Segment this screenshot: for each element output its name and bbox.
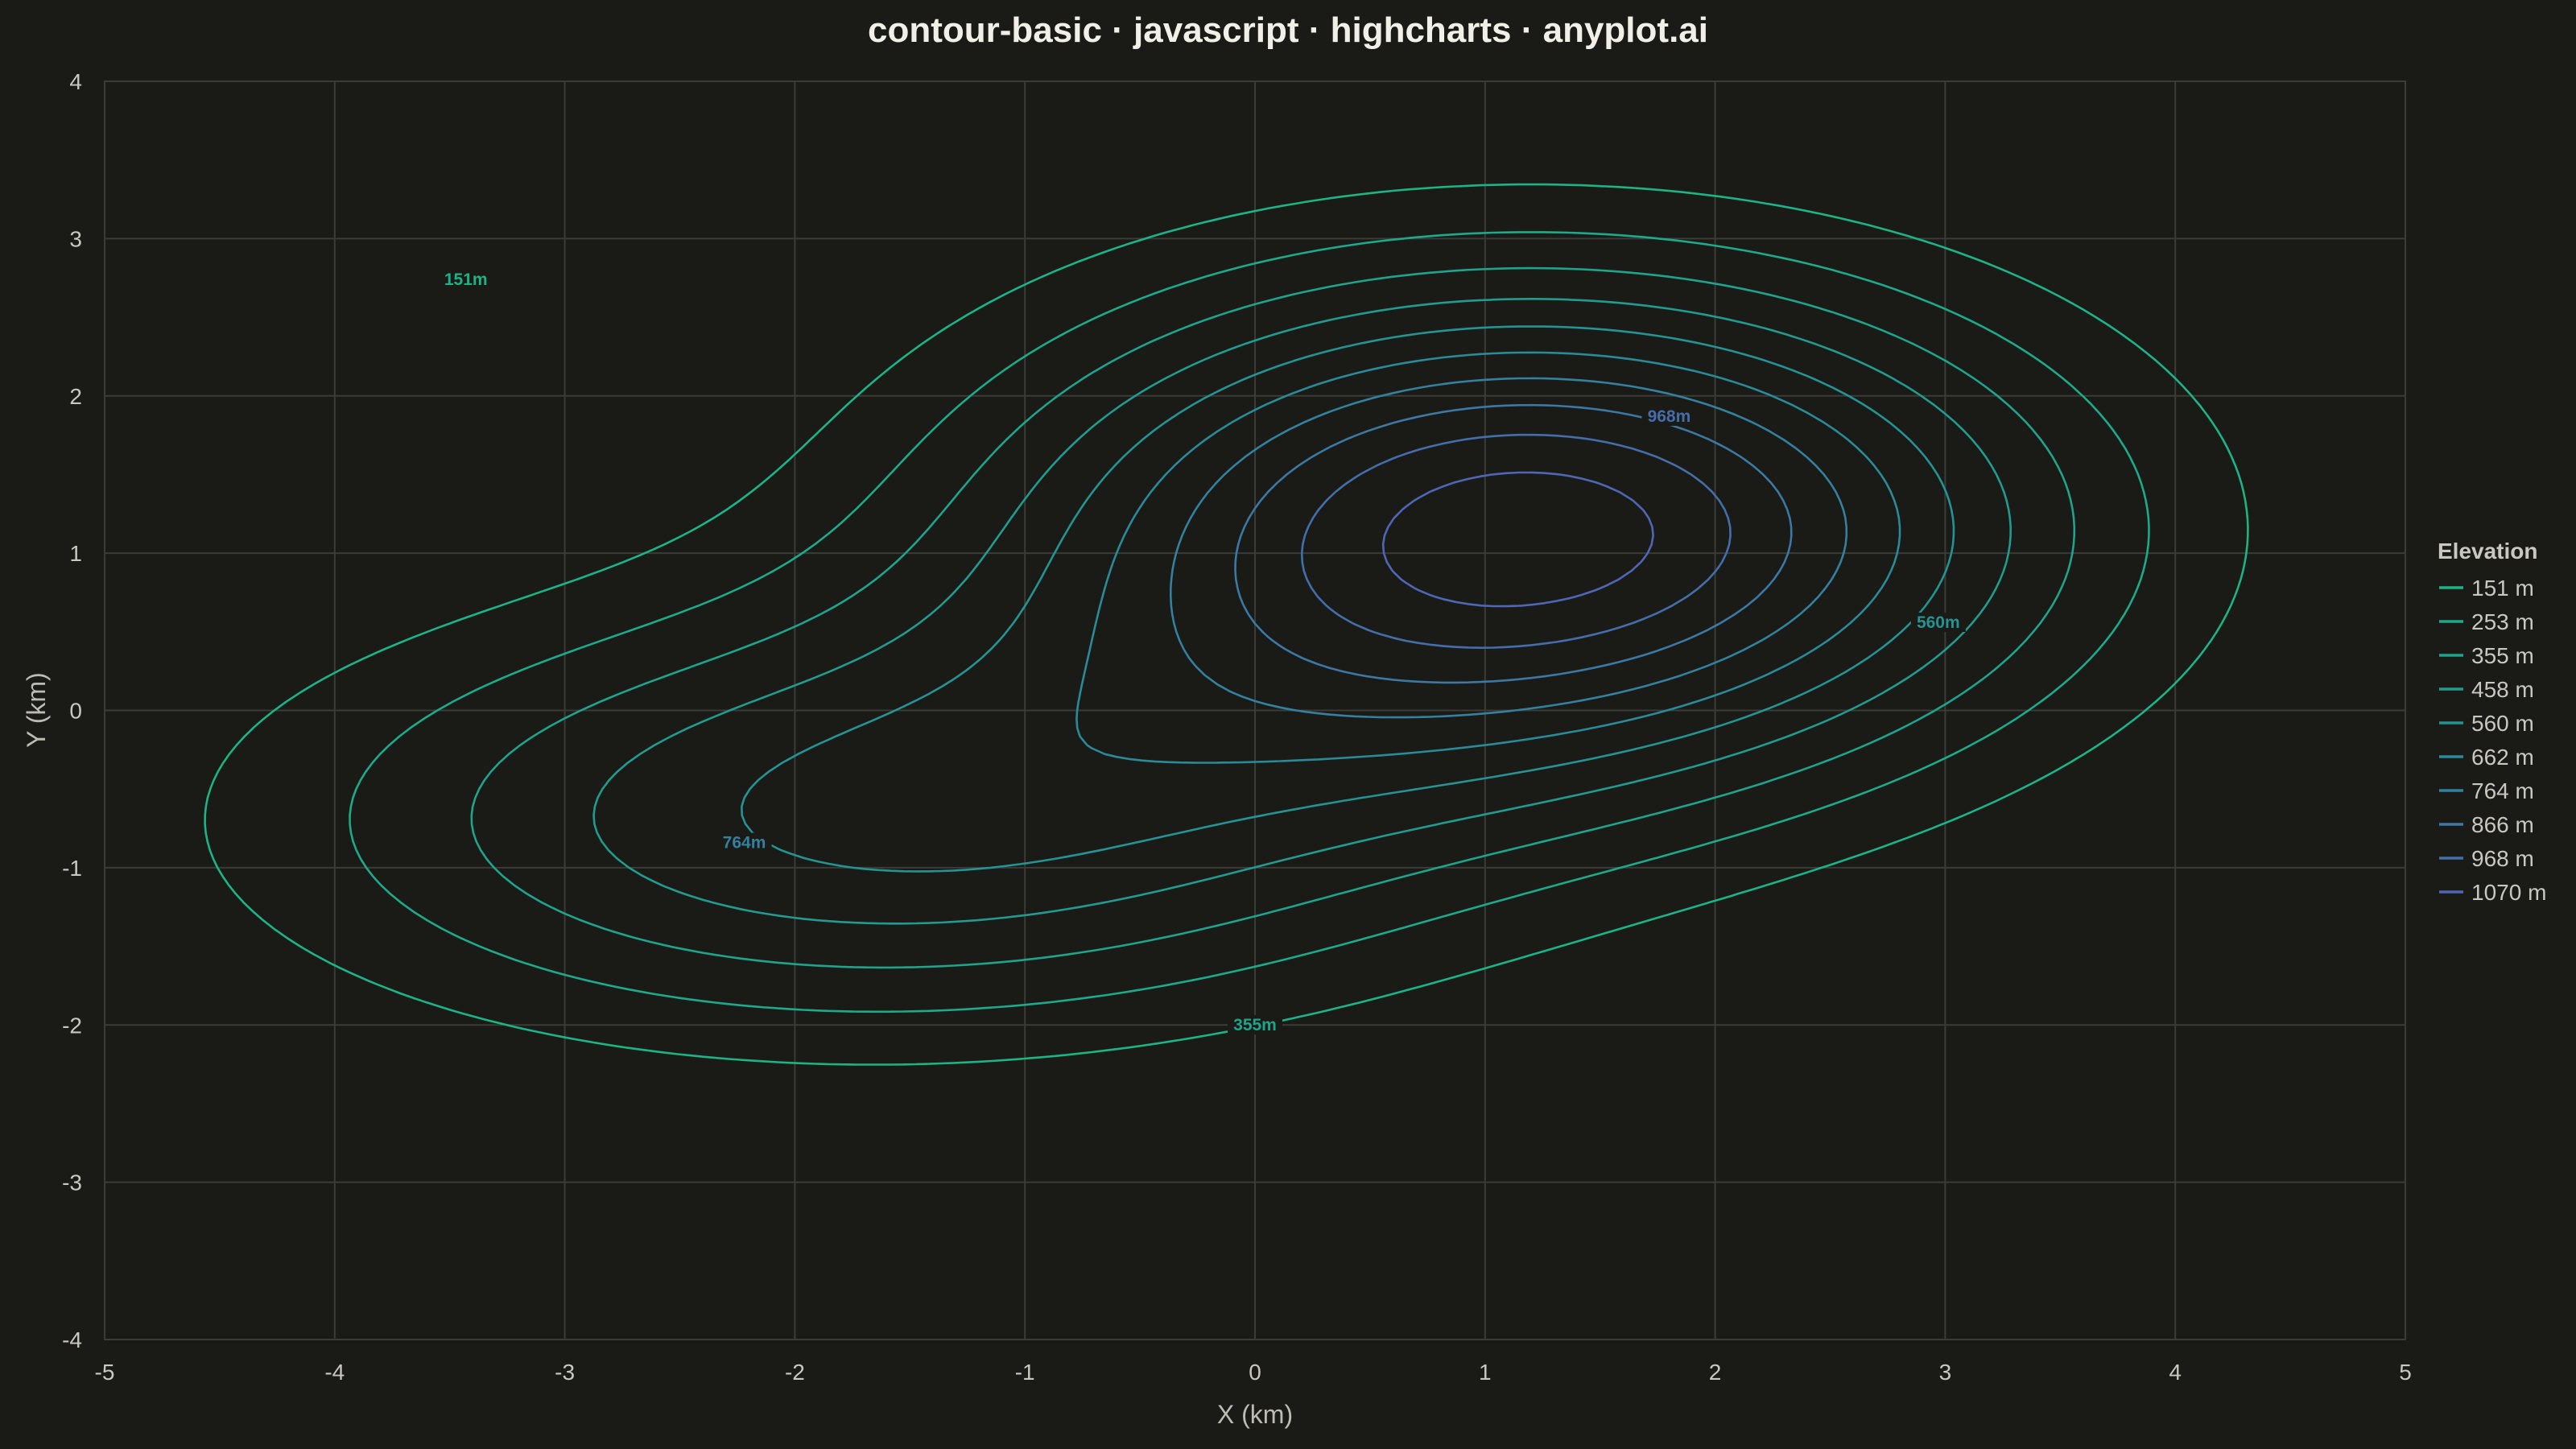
legend-item[interactable]: 355 m: [2471, 643, 2534, 668]
x-tick-label: -3: [555, 1360, 575, 1385]
x-tick-label: 3: [1939, 1360, 1952, 1385]
y-tick-label: -1: [62, 856, 82, 881]
contour-label: 355m: [1233, 1016, 1277, 1034]
x-tick-label: 5: [2399, 1360, 2412, 1385]
legend-item[interactable]: 151 m: [2471, 576, 2534, 601]
legend-item[interactable]: 253 m: [2471, 609, 2534, 634]
x-tick-label: -2: [785, 1360, 805, 1385]
x-tick-label: 2: [1709, 1360, 1722, 1385]
contour-label: 764m: [723, 834, 766, 852]
legend-item[interactable]: 560 m: [2471, 711, 2534, 736]
y-tick-label: 3: [69, 226, 82, 251]
x-tick-label: -5: [95, 1360, 115, 1385]
y-tick-label: 0: [69, 699, 82, 724]
contour-chart: contour-basic · javascript · highcharts …: [0, 0, 2576, 1449]
chart-container: contour-basic · javascript · highcharts …: [0, 0, 2576, 1449]
y-axis-title: Y (km): [22, 672, 51, 748]
y-tick-label: -2: [62, 1013, 82, 1038]
y-tick-label: -3: [62, 1170, 82, 1195]
legend-item[interactable]: 662 m: [2471, 745, 2534, 770]
legend-item[interactable]: 1070 m: [2471, 880, 2546, 905]
y-tick-label: 4: [69, 69, 82, 94]
x-tick-label: 0: [1249, 1360, 1261, 1385]
legend-item[interactable]: 764 m: [2471, 778, 2534, 803]
contour-label: 560m: [1917, 613, 1960, 632]
legend-title: Elevation: [2438, 539, 2537, 564]
contour-label: 968m: [1648, 407, 1691, 426]
y-tick-label: 1: [69, 541, 82, 566]
x-tick-label: -4: [324, 1360, 345, 1385]
x-tick-label: 4: [2169, 1360, 2182, 1385]
chart-background: [0, 0, 2576, 1449]
y-tick-label: -4: [62, 1327, 82, 1352]
x-tick-label: -1: [1015, 1360, 1035, 1385]
x-tick-label: 1: [1479, 1360, 1492, 1385]
chart-title: contour-basic · javascript · highcharts …: [868, 10, 1708, 50]
legend-item[interactable]: 458 m: [2471, 677, 2534, 702]
y-tick-label: 2: [69, 384, 82, 409]
legend-item[interactable]: 968 m: [2471, 846, 2534, 871]
legend-item[interactable]: 866 m: [2471, 812, 2534, 837]
contour-label: 151m: [444, 270, 488, 289]
x-axis-title: X (km): [1217, 1400, 1293, 1429]
